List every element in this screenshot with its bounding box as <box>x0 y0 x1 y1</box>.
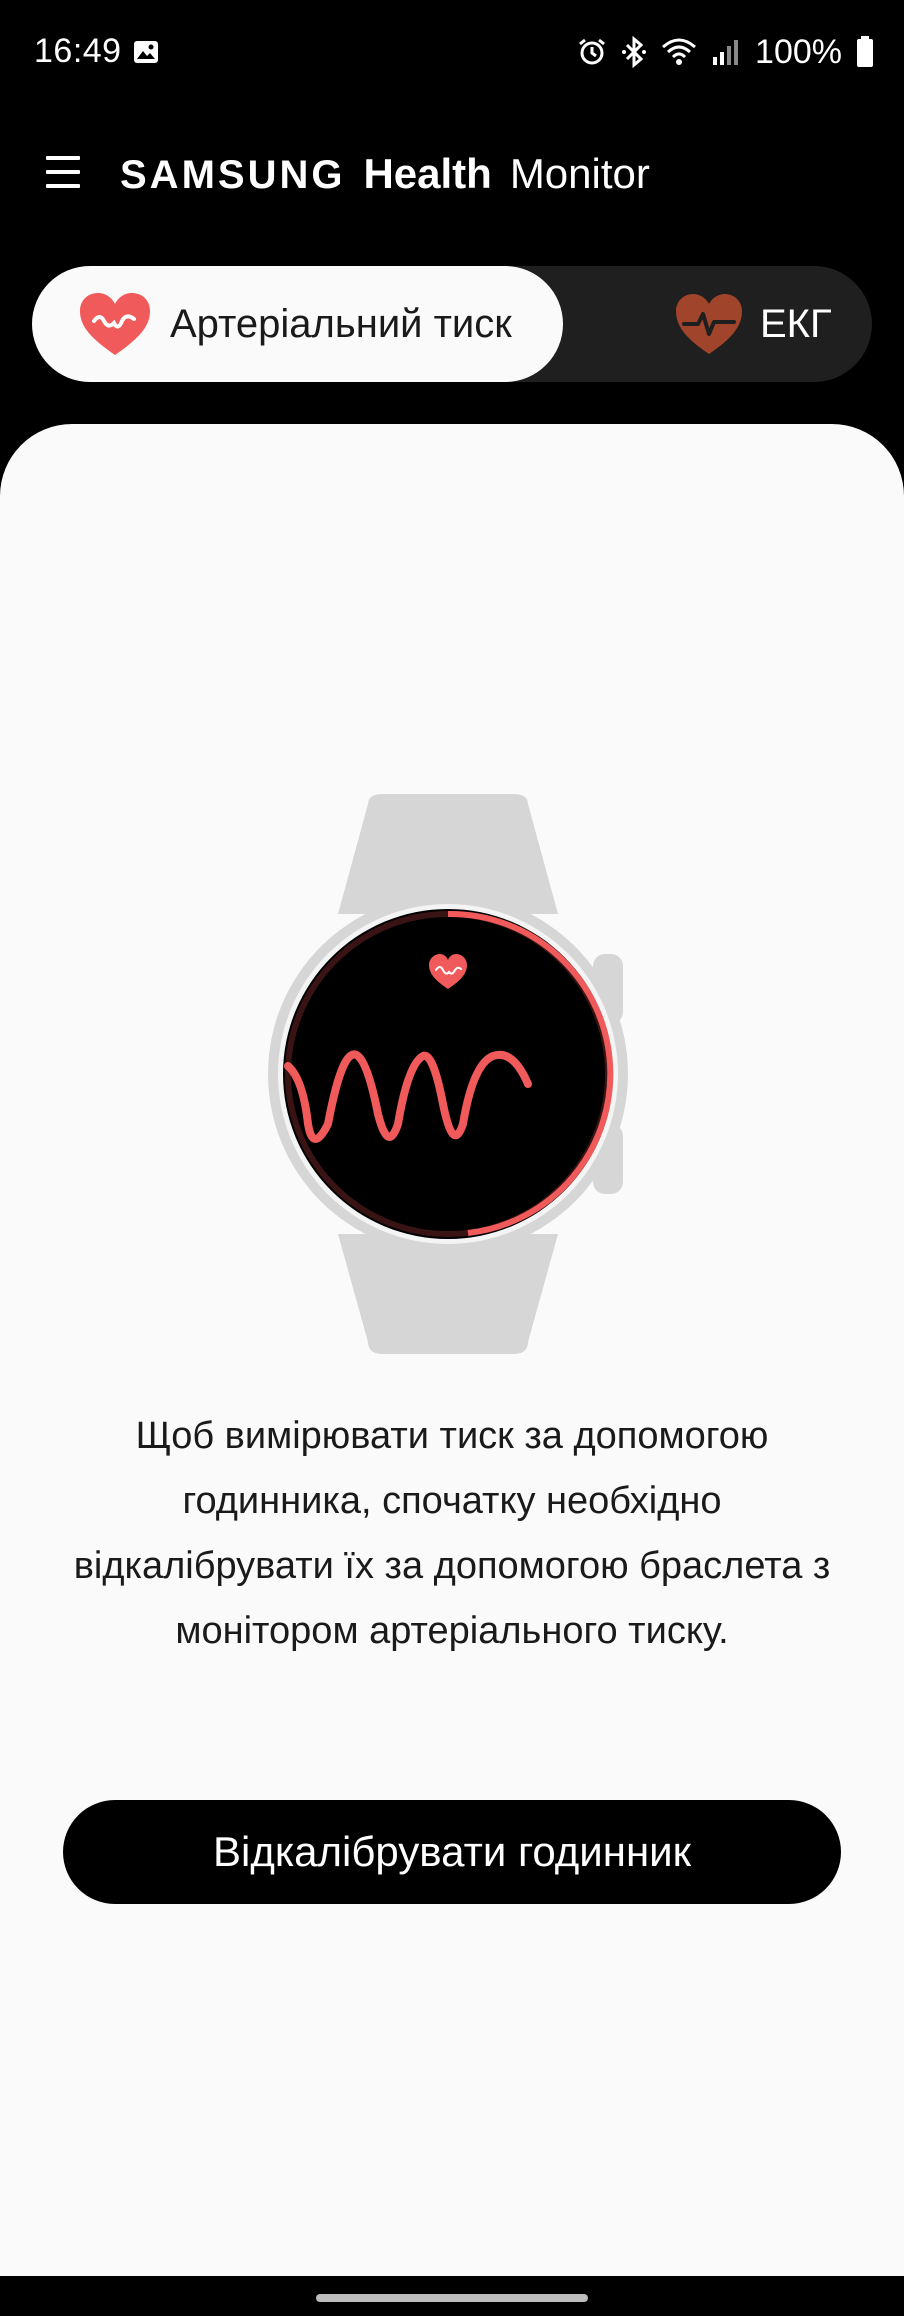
heart-pulse-icon <box>80 293 150 355</box>
watch-illustration <box>268 794 628 1354</box>
brand-monitor: Monitor <box>509 150 650 197</box>
calibration-description: Щоб вимірювати тиск за допомогою годинни… <box>73 1415 831 1652</box>
status-icons: 100% <box>577 30 874 74</box>
alarm-icon <box>579 38 605 65</box>
home-indicator[interactable] <box>316 2294 588 2302</box>
tab-ecg[interactable]: ЕКГ <box>632 266 872 382</box>
heart-ecg-icon <box>676 294 742 354</box>
tab-ecg-label: ЕКГ <box>760 301 832 346</box>
battery-percent: 100% <box>755 32 842 71</box>
calibrate-watch-button[interactable]: Відкалібрувати годинник <box>63 1800 841 1904</box>
menu-icon[interactable] <box>46 156 88 196</box>
app-header: SAMSUNG Health Monitor <box>0 104 904 256</box>
bluetooth-icon <box>622 36 647 68</box>
status-time: 16:49 <box>34 32 122 70</box>
status-bar: 16:49 100% <box>0 0 904 104</box>
tab-blood-pressure-label: Артеріальний тиск <box>170 301 512 346</box>
tab-blood-pressure[interactable]: Артеріальний тиск <box>32 266 563 382</box>
wifi-icon <box>662 38 697 65</box>
gallery-icon <box>134 41 158 63</box>
navigation-bar <box>0 2276 904 2316</box>
signal-icon <box>713 40 739 65</box>
brand-health: Health <box>363 150 492 197</box>
brand-samsung: SAMSUNG <box>120 153 346 197</box>
measurement-tabs: Артеріальний тиск ЕКГ <box>32 266 872 382</box>
battery-icon <box>857 36 873 67</box>
main-content: Щоб вимірювати тиск за допомогою годинни… <box>0 424 904 2276</box>
app-brand: SAMSUNG Health Monitor <box>120 150 650 198</box>
